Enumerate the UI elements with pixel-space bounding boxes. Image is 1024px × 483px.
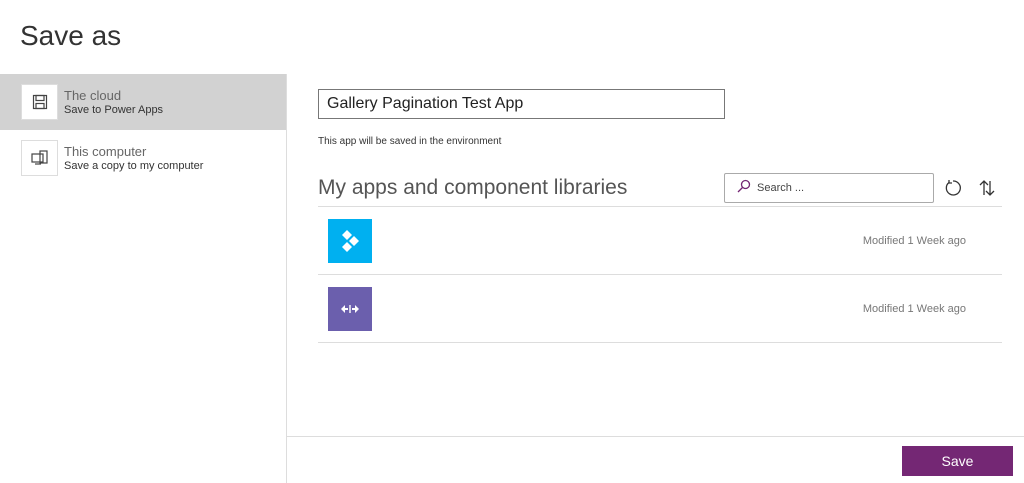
app-row[interactable]: Modified 1 Week ago bbox=[318, 207, 1002, 275]
save-button[interactable]: Save bbox=[902, 446, 1013, 476]
diamonds-icon bbox=[328, 218, 372, 263]
option-sublabel: Save to Power Apps bbox=[64, 104, 164, 116]
split-arrows-icon bbox=[328, 286, 372, 331]
option-label: The cloud bbox=[64, 88, 122, 103]
option-cloud[interactable]: The cloud Save to Power Apps bbox=[0, 74, 286, 130]
app-row[interactable]: Modified 1 Week ago bbox=[318, 275, 1002, 343]
option-label: This computer bbox=[64, 144, 147, 159]
save-location-list: The cloud Save to Power Apps This compute… bbox=[0, 74, 287, 483]
search-icon bbox=[737, 179, 751, 198]
apps-list: Modified 1 Week ago Modified 1 Week ago bbox=[318, 206, 1002, 343]
environment-note: This app will be saved in the environmen… bbox=[318, 136, 502, 147]
modified-text: Modified 1 Week ago bbox=[862, 234, 966, 247]
footer-divider bbox=[287, 436, 1024, 437]
app-name-input[interactable] bbox=[318, 89, 725, 119]
sort-button[interactable] bbox=[977, 178, 997, 198]
page-title: Save as bbox=[20, 20, 122, 51]
refresh-icon bbox=[945, 180, 961, 196]
option-sublabel: Save a copy to my computer bbox=[64, 160, 204, 172]
computer-icon bbox=[21, 140, 58, 176]
refresh-button[interactable] bbox=[943, 178, 963, 198]
floppy-disk-icon bbox=[21, 84, 58, 120]
option-this-computer[interactable]: This computer Save a copy to my computer bbox=[0, 130, 286, 186]
modified-text: Modified 1 Week ago bbox=[862, 302, 966, 315]
sort-icon bbox=[979, 180, 995, 196]
section-title: My apps and component libraries bbox=[318, 176, 628, 199]
search-input[interactable] bbox=[757, 182, 927, 194]
search-box[interactable] bbox=[724, 173, 934, 203]
